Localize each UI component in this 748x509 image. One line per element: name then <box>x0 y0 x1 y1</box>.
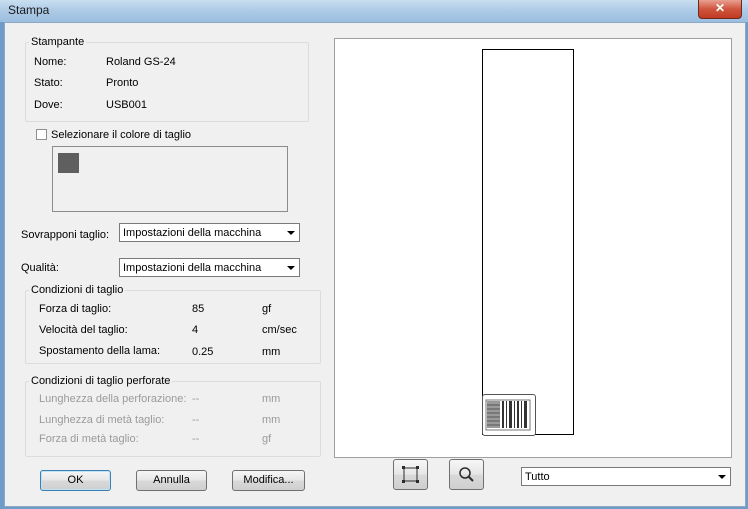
cut-speed-label: Velocità del taglio: <box>39 324 128 336</box>
printer-name-label: Nome: <box>34 56 67 68</box>
half-cut-force-label: Forza di metà taglio: <box>39 433 139 445</box>
window-title: Stampa <box>8 3 50 17</box>
quality-select[interactable]: Impostazioni della macchina <box>119 258 300 277</box>
preview-range-select[interactable]: Tutto <box>521 467 731 486</box>
blade-offset-unit: mm <box>262 346 281 358</box>
cut-color-label[interactable]: Selezionare il colore di taglio <box>51 129 191 141</box>
media-outline <box>482 49 574 436</box>
overlap-label: Sovrapponi taglio: <box>21 229 110 241</box>
perf-length-label: Lunghezza della perforazione: <box>39 393 187 405</box>
overlap-select-value: Impostazioni della macchina <box>123 227 262 239</box>
overlap-select[interactable]: Impostazioni della macchina <box>119 223 300 242</box>
fit-page-button[interactable] <box>393 459 428 490</box>
printer-port-label: Dove: <box>34 99 63 111</box>
chevron-down-icon <box>718 475 726 479</box>
half-cut-length-unit: mm <box>262 414 281 426</box>
blade-offset-label: Spostamento della lama: <box>39 345 161 357</box>
printer-name-value: Roland GS-24 <box>106 56 176 68</box>
cut-force-label: Forza di taglio: <box>39 303 112 315</box>
perf-length-value: -- <box>192 393 200 405</box>
chevron-down-icon <box>287 231 295 235</box>
cancel-button[interactable]: Annulla <box>136 470 207 491</box>
cut-force-unit: gf <box>262 303 272 315</box>
half-cut-force-value: -- <box>192 433 200 445</box>
printer-port-value: USB001 <box>106 99 147 111</box>
printer-status-label: Stato: <box>34 77 63 89</box>
dialog-body: Stampante Nome: Roland GS-24 Stato: Pron… <box>4 22 746 507</box>
preview-range-value: Tutto <box>525 471 550 483</box>
ok-button[interactable]: OK <box>40 470 111 491</box>
modify-button[interactable]: Modifica... <box>232 470 305 491</box>
cut-speed-value: 4 <box>192 324 199 336</box>
cut-conditions-label: Condizioni di taglio <box>29 284 126 296</box>
title-bar: Stampa ✕ <box>0 0 748 22</box>
cut-object-thumbnail[interactable] <box>482 394 536 436</box>
half-cut-force-unit: gf <box>262 433 272 445</box>
fit-page-icon <box>402 466 419 483</box>
blade-offset-value: 0.25 <box>192 346 214 358</box>
magnifier-icon <box>459 467 474 482</box>
printer-group <box>25 42 309 122</box>
printer-status-value: Pronto <box>106 77 139 89</box>
perforated-label: Condizioni di taglio perforate <box>29 375 173 387</box>
chevron-down-icon <box>287 266 295 270</box>
quality-label: Qualità: <box>21 262 59 274</box>
perf-length-unit: mm <box>262 393 281 405</box>
cut-color-checkbox[interactable] <box>36 129 47 140</box>
cut-speed-unit: cm/sec <box>262 324 297 336</box>
barcode-icon <box>485 399 531 431</box>
color-swatch[interactable] <box>58 153 79 173</box>
half-cut-length-label: Lunghezza di metà taglio: <box>39 414 165 426</box>
cut-color-box <box>52 146 288 212</box>
zoom-button[interactable] <box>449 459 484 490</box>
cut-force-value: 85 <box>192 303 205 315</box>
print-preview <box>334 38 732 458</box>
close-button[interactable]: ✕ <box>698 0 742 19</box>
close-icon: ✕ <box>714 1 726 15</box>
quality-select-value: Impostazioni della macchina <box>123 262 262 274</box>
half-cut-length-value: -- <box>192 414 200 426</box>
printer-group-label: Stampante <box>29 36 87 48</box>
